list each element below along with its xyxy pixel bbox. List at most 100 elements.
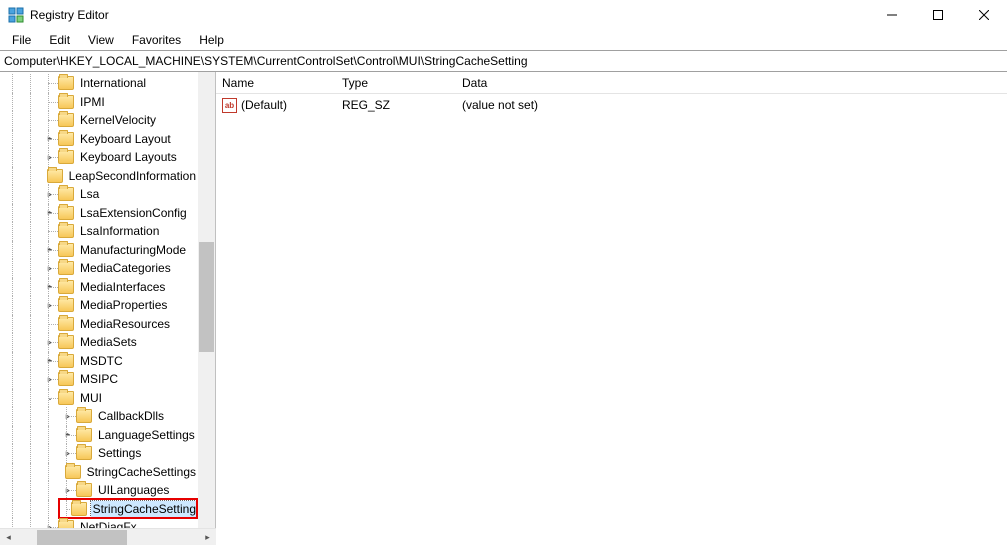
- tree-item[interactable]: ▸MediaInterfaces: [0, 278, 198, 297]
- app-icon: [8, 7, 24, 23]
- tree-item-label: LanguageSettings: [96, 427, 197, 443]
- chevron-right-icon[interactable]: ▸: [44, 373, 56, 385]
- tree-item-label: LsaInformation: [78, 223, 161, 239]
- scrollbar-thumb[interactable]: [199, 242, 214, 352]
- tree-item-label: KernelVelocity: [78, 112, 158, 128]
- chevron-right-icon[interactable]: ▸: [44, 299, 56, 311]
- tree-item[interactable]: ▸ MediaSets: [0, 333, 198, 352]
- chevron-right-icon[interactable]: ▸: [44, 521, 56, 528]
- chevron-right-icon[interactable]: ▸: [62, 484, 74, 496]
- chevron-right-icon[interactable]: ▸: [44, 188, 56, 200]
- chevron-right-icon[interactable]: ▸: [44, 133, 56, 145]
- folder-icon: [58, 335, 74, 349]
- chevron-right-icon[interactable]: ▸: [44, 244, 56, 256]
- folder-icon: [58, 224, 74, 238]
- menu-help[interactable]: Help: [191, 31, 232, 49]
- tree-expander-none: [44, 96, 56, 108]
- chevron-right-icon[interactable]: ▸: [62, 429, 74, 441]
- tree-item-label: MUI: [78, 390, 104, 406]
- close-button[interactable]: [961, 0, 1007, 30]
- tree-item[interactable]: ▸ MediaCategories: [0, 259, 198, 278]
- column-data[interactable]: Data: [456, 72, 1007, 94]
- folder-icon: [58, 132, 74, 146]
- menu-edit[interactable]: Edit: [41, 31, 78, 49]
- value-name: (Default): [241, 98, 287, 112]
- tree-item[interactable]: ▸ Keyboard Layout: [0, 130, 198, 149]
- scroll-right-button[interactable]: ▸: [199, 529, 216, 546]
- window-title: Registry Editor: [30, 8, 109, 22]
- tree-vertical-scrollbar[interactable]: [198, 72, 215, 528]
- folder-icon: [58, 206, 74, 220]
- chevron-right-icon[interactable]: ▸: [44, 281, 56, 293]
- tree-item-label: ManufacturingMode: [78, 242, 188, 258]
- titlebar: Registry Editor: [0, 0, 1007, 30]
- tree-item[interactable]: ⌄ MUI: [0, 389, 198, 408]
- folder-icon: [58, 243, 74, 257]
- tree-item[interactable]: ▸Settings: [0, 444, 198, 463]
- chevron-right-icon[interactable]: ▸: [44, 207, 56, 219]
- tree-item-label: MSIPC: [78, 371, 120, 387]
- minimize-button[interactable]: [869, 0, 915, 30]
- tree-item-label: StringCacheSettings: [85, 464, 198, 480]
- tree-item[interactable]: KernelVelocity: [0, 111, 198, 130]
- value-data: (value not set): [456, 98, 1007, 112]
- values-pane: Name Type Data ab (Default) REG_SZ(value n…: [216, 72, 1007, 528]
- chevron-right-icon[interactable]: ▸: [62, 447, 74, 459]
- tree-item[interactable]: IPMI: [0, 93, 198, 112]
- tree-item[interactable]: ▸Keyboard Layouts: [0, 148, 198, 167]
- folder-icon: [76, 428, 92, 442]
- tree-item[interactable]: LsaInformation: [0, 222, 198, 241]
- tree-item-label: LsaExtensionConfig: [78, 205, 189, 221]
- tree-item[interactable]: ▸ LsaExtensionConfig: [0, 204, 198, 223]
- column-type[interactable]: Type: [336, 72, 456, 94]
- tree-item-label: Keyboard Layout: [78, 131, 173, 147]
- chevron-right-icon[interactable]: ▸: [44, 151, 56, 163]
- tree-item[interactable]: ▸MSDTC: [0, 352, 198, 371]
- folder-icon: [76, 409, 92, 423]
- chevron-right-icon[interactable]: ▸: [62, 410, 74, 422]
- tree-item[interactable]: ▸ Lsa: [0, 185, 198, 204]
- tree-item[interactable]: ▸ ManufacturingMode: [0, 241, 198, 260]
- address-bar[interactable]: Computer\HKEY_LOCAL_MACHINE\SYSTEM\Curre…: [0, 50, 1007, 72]
- string-value-icon: ab: [222, 98, 237, 113]
- tree-item[interactable]: LeapSecondInformation: [0, 167, 198, 186]
- scroll-left-button[interactable]: ◂: [0, 529, 17, 546]
- tree-item[interactable]: International: [0, 74, 198, 93]
- tree-item[interactable]: ▸NetDiagFx: [0, 518, 198, 528]
- menu-favorites[interactable]: Favorites: [124, 31, 189, 49]
- maximize-button[interactable]: [915, 0, 961, 30]
- tree-item[interactable]: ▸CallbackDlls: [0, 407, 198, 426]
- tree-item[interactable]: ▸ LanguageSettings: [0, 426, 198, 445]
- scrollbar-thumb[interactable]: [37, 530, 127, 545]
- folder-icon: [58, 150, 74, 164]
- values-header: Name Type Data: [216, 72, 1007, 94]
- tree-item-label: MediaSets: [78, 334, 139, 350]
- folder-icon: [58, 372, 74, 386]
- value-row[interactable]: ab (Default) REG_SZ(value not set): [216, 96, 1007, 114]
- column-name[interactable]: Name: [216, 72, 336, 94]
- tree-item[interactable]: ▸MediaProperties: [0, 296, 198, 315]
- chevron-right-icon[interactable]: ▸: [44, 336, 56, 348]
- folder-icon: [58, 76, 74, 90]
- tree-pane: InternationalIPMIKernelVelocity▸Keyboard…: [0, 72, 216, 528]
- tree-item-label: International: [78, 75, 148, 91]
- folder-icon: [65, 465, 81, 479]
- chevron-down-icon[interactable]: ⌄: [44, 392, 56, 404]
- chevron-right-icon[interactable]: ▸: [44, 262, 56, 274]
- tree-item-label: MediaCategories: [78, 260, 173, 276]
- address-path: Computer\HKEY_LOCAL_MACHINE\SYSTEM\Curre…: [4, 54, 528, 68]
- menu-file[interactable]: File: [4, 31, 39, 49]
- tree-item[interactable]: MediaResources: [0, 315, 198, 334]
- tree-expander-none: [44, 318, 56, 330]
- tree-item[interactable]: StringCacheSettings: [0, 463, 198, 482]
- tree-item[interactable]: StringCacheSetting: [0, 500, 198, 519]
- tree-item-label: Lsa: [78, 186, 101, 202]
- tree-horizontal-scrollbar[interactable]: ◂ ▸: [0, 528, 216, 545]
- tree-item[interactable]: ▸ MSIPC: [0, 370, 198, 389]
- tree-item-label: LeapSecondInformation: [67, 168, 198, 184]
- menu-view[interactable]: View: [80, 31, 122, 49]
- tree-item[interactable]: ▸UILanguages: [0, 481, 198, 500]
- chevron-right-icon[interactable]: ▸: [44, 355, 56, 367]
- value-type: REG_SZ: [336, 98, 456, 112]
- folder-icon: [58, 187, 74, 201]
